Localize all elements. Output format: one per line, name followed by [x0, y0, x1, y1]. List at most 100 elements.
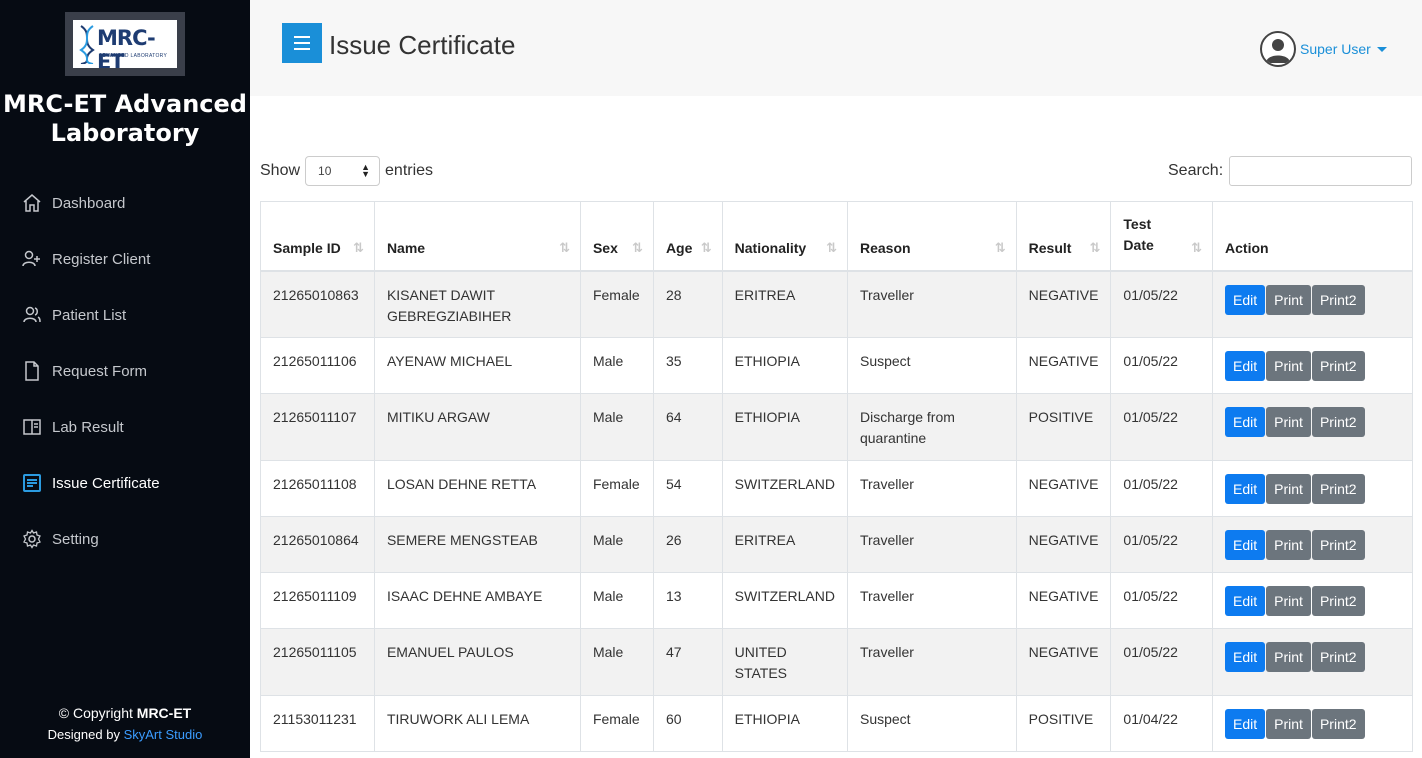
- edit-button[interactable]: Edit: [1225, 642, 1266, 672]
- sidebar-item-register-client[interactable]: Register Client: [0, 231, 250, 287]
- sidebar-item-setting[interactable]: Setting: [0, 511, 250, 567]
- cell-reason: Traveller: [846, 460, 1017, 517]
- show-label: Show: [260, 162, 301, 179]
- home-icon: [22, 193, 42, 213]
- cell-action: Edit Print Print2: [1212, 270, 1413, 338]
- search-input[interactable]: [1229, 156, 1413, 186]
- print-button[interactable]: Print: [1266, 474, 1311, 504]
- edit-button[interactable]: Edit: [1225, 351, 1266, 381]
- cell-sex: Male: [579, 572, 654, 629]
- entries-value: 10: [318, 164, 332, 178]
- page-title: Issue Certificate: [329, 30, 516, 60]
- column-header-name[interactable]: Name ⇅: [373, 201, 581, 272]
- gear-icon: [22, 529, 42, 549]
- print2-button[interactable]: Print2: [1311, 351, 1365, 381]
- edit-button[interactable]: Edit: [1225, 586, 1266, 616]
- sidebar-item-label: Issue Certificate: [52, 474, 160, 492]
- hamburger-icon: [294, 36, 310, 38]
- cell-name: TIRUWORK ALI LEMA: [373, 695, 581, 752]
- cell-sex: Male: [579, 516, 654, 573]
- edit-button[interactable]: Edit: [1225, 284, 1266, 315]
- cell-reason: Discharge from quarantine: [846, 393, 1017, 461]
- edit-button[interactable]: Edit: [1225, 709, 1266, 739]
- column-header-result[interactable]: Result ⇅: [1015, 201, 1112, 272]
- cell-nationality: ETHIOPIA: [721, 393, 848, 461]
- cell-result: NEGATIVE: [1015, 572, 1112, 629]
- print2-button[interactable]: Print2: [1311, 284, 1365, 315]
- cell-reason: Traveller: [846, 572, 1017, 629]
- cell-sample-id: 21153011231: [260, 695, 375, 752]
- cell-result: NEGATIVE: [1015, 516, 1112, 573]
- designer-link[interactable]: SkyArt Studio: [124, 727, 203, 742]
- designed-prefix: Designed by: [47, 727, 124, 742]
- column-header-sex[interactable]: Sex ⇅: [579, 201, 654, 272]
- cell-age: 54: [652, 460, 723, 517]
- sidebar-item-request-form[interactable]: Request Form: [0, 343, 250, 399]
- print2-button[interactable]: Print2: [1311, 474, 1365, 504]
- avatar: [1260, 31, 1296, 67]
- print-button[interactable]: Print: [1266, 642, 1311, 672]
- book-icon: [22, 417, 42, 437]
- user-menu[interactable]: Super User: [1260, 31, 1387, 67]
- print-button[interactable]: Print: [1266, 407, 1311, 437]
- print2-button[interactable]: Print2: [1311, 586, 1365, 616]
- sort-icon: ⇅: [994, 239, 1006, 255]
- chevron-down-icon: [1376, 46, 1387, 52]
- certificate-table: Sample ID ⇅ Name ⇅ Sex ⇅ Age ⇅ Nationality ⇅ …: [260, 201, 1413, 752]
- user-name: Super User: [1300, 41, 1371, 57]
- document-list-icon: [22, 473, 42, 493]
- cell-name: MITIKU ARGAW: [373, 393, 581, 461]
- column-header-sample-id[interactable]: Sample ID ⇅: [260, 201, 375, 272]
- table-row: 21153011231 TIRUWORK ALI LEMA Female 60 ETHI…: [260, 695, 1413, 752]
- cell-name: LOSAN DEHNE RETTA: [373, 460, 581, 517]
- sidebar-item-label: Register Client: [52, 250, 151, 268]
- print-button[interactable]: Print: [1266, 284, 1311, 315]
- sort-icon: ⇅: [700, 239, 712, 255]
- designed-by: Designed by SkyArt Studio: [0, 724, 250, 746]
- cell-result: POSITIVE: [1015, 393, 1112, 461]
- cell-sex: Male: [579, 393, 654, 461]
- sidebar-item-label: Dashboard: [52, 194, 126, 212]
- menu-toggle-button[interactable]: [282, 23, 322, 63]
- cell-sex: Female: [579, 460, 654, 517]
- column-header-test-date[interactable]: Test Date ⇅: [1110, 201, 1214, 272]
- print-button[interactable]: Print: [1266, 351, 1311, 381]
- cell-name: KISANET DAWIT GEBREGZIABIHER: [373, 270, 581, 338]
- cell-test-date: 01/05/22: [1110, 393, 1214, 461]
- sidebar-item-lab-result[interactable]: Lab Result: [0, 399, 250, 455]
- search-label: Search:: [1168, 162, 1224, 179]
- edit-button[interactable]: Edit: [1225, 474, 1266, 504]
- cell-age: 47: [652, 628, 723, 696]
- cell-test-date: 01/05/22: [1110, 460, 1214, 517]
- column-header-nationality[interactable]: Nationality ⇅: [721, 201, 848, 272]
- column-header-label: Test Date: [1123, 215, 1154, 253]
- edit-button[interactable]: Edit: [1225, 407, 1266, 437]
- cell-sample-id: 21265011105: [260, 628, 375, 696]
- edit-button[interactable]: Edit: [1225, 530, 1266, 560]
- cell-sample-id: 21265010863: [260, 270, 375, 338]
- print2-button[interactable]: Print2: [1311, 709, 1365, 739]
- sidebar-item-dashboard[interactable]: Dashboard: [0, 175, 250, 231]
- cell-action: Edit Print Print2: [1212, 516, 1413, 573]
- sidebar-item-label: Request Form: [52, 362, 148, 380]
- column-header-age[interactable]: Age ⇅: [652, 201, 723, 272]
- print-button[interactable]: Print: [1266, 709, 1311, 739]
- column-header-label: Reason: [859, 239, 911, 256]
- print2-button[interactable]: Print2: [1311, 530, 1365, 560]
- entries-select[interactable]: 10 ▲ ▼: [305, 156, 381, 186]
- print2-button[interactable]: Print2: [1311, 642, 1365, 672]
- sidebar-item-issue-certificate[interactable]: Issue Certificate: [0, 455, 250, 511]
- sidebar-item-patient-list[interactable]: Patient List: [0, 287, 250, 343]
- users-icon: [22, 305, 42, 325]
- print-button[interactable]: Print: [1266, 530, 1311, 560]
- column-header-reason[interactable]: Reason ⇅: [846, 201, 1017, 272]
- entries-control: Show 10 ▲ ▼ entries: [260, 156, 433, 186]
- sort-icon: ⇅: [1089, 239, 1101, 255]
- print2-button[interactable]: Print2: [1311, 407, 1365, 437]
- cell-sex: Male: [579, 337, 654, 394]
- sidebar-item-label: Setting: [52, 530, 99, 548]
- sidebar-item-label: Patient List: [52, 306, 127, 324]
- cell-reason: Suspect: [846, 337, 1017, 394]
- column-header-label: Action: [1225, 239, 1269, 256]
- print-button[interactable]: Print: [1266, 586, 1311, 616]
